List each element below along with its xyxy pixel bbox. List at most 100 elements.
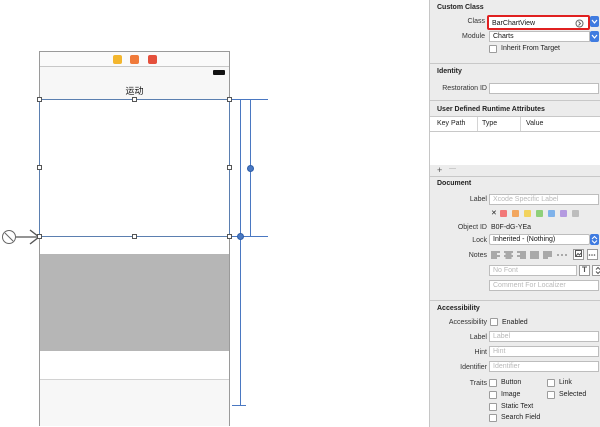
trait-static-text-checkbox[interactable] — [489, 403, 497, 411]
battery-icon — [213, 70, 225, 75]
image-icon — [575, 250, 582, 257]
accessibility-enabled-checkbox[interactable] — [490, 318, 498, 326]
lock-label: Lock — [472, 237, 487, 244]
more-icon — [588, 254, 596, 256]
doc-label-input[interactable]: Xcode Specific Label — [489, 194, 599, 205]
restoration-id-input[interactable] — [489, 83, 599, 94]
inherit-from-target-checkbox[interactable] — [489, 45, 497, 53]
class-value: BarChartView — [492, 20, 536, 27]
comment-field[interactable]: Comment For Localizer — [489, 280, 599, 291]
view-controller-icon[interactable] — [113, 55, 122, 64]
font-placeholder: No Font — [493, 267, 518, 274]
resize-handle-mid-left[interactable] — [37, 165, 42, 170]
initial-entry-arrow-icon — [2, 229, 41, 245]
runtime-attributes-title: User Defined Runtime Attributes — [437, 106, 545, 113]
lock-stepper-button[interactable] — [590, 234, 599, 245]
clear-color-button[interactable]: ✕ — [491, 209, 497, 217]
module-value: Charts — [493, 33, 514, 40]
module-label: Module — [462, 33, 485, 40]
acc-label-label: Label — [469, 334, 487, 341]
accessibility-enabled-label: Enabled — [502, 319, 528, 326]
color-swatch-green[interactable] — [536, 210, 543, 217]
trait-link-checkbox[interactable] — [547, 379, 555, 387]
column-separator — [477, 117, 478, 131]
color-swatch-purple[interactable] — [560, 210, 567, 217]
resize-handle-mid-right[interactable] — [227, 165, 232, 170]
inherit-from-target-label: Inherit From Target — [501, 45, 561, 52]
trait-image-checkbox[interactable] — [489, 391, 497, 399]
storyboard-canvas[interactable]: 运动 — [0, 0, 429, 427]
resize-handle-top-mid[interactable] — [132, 97, 137, 102]
up-down-arrows-icon — [595, 266, 600, 275]
align-center-icon[interactable] — [504, 251, 513, 259]
font-stepper[interactable] — [592, 265, 600, 276]
trait-selected-label: Selected — [559, 391, 587, 398]
remove-attribute-button[interactable]: — — [449, 165, 456, 172]
gray-placeholder-view[interactable] — [40, 254, 229, 351]
first-responder-icon[interactable] — [130, 55, 139, 64]
object-id-value: B0F-dG-YEa — [491, 224, 532, 231]
color-swatch-gray[interactable] — [572, 210, 579, 217]
add-attribute-button[interactable]: + — [437, 165, 442, 175]
resize-handle-bottom-mid[interactable] — [132, 234, 137, 239]
comment-placeholder: Comment For Localizer — [493, 282, 566, 289]
column-type[interactable]: Type — [482, 120, 497, 127]
chevron-down-icon — [591, 19, 598, 24]
acc-label-input[interactable]: Label — [489, 331, 599, 342]
align-justify-icon[interactable] — [530, 251, 539, 259]
restoration-id-label: Restoration ID — [442, 85, 487, 92]
column-value[interactable]: Value — [526, 120, 543, 127]
text-format-icon — [582, 266, 587, 272]
more-options-icon[interactable] — [587, 249, 598, 260]
column-separator — [520, 117, 521, 131]
doc-label-placeholder: Xcode Specific Label — [493, 196, 559, 203]
align-left-icon[interactable] — [491, 251, 500, 259]
trait-static-text-label: Static Text — [501, 403, 534, 410]
hint-input[interactable]: Hint — [489, 346, 599, 357]
bottom-bar — [40, 379, 229, 426]
class-field[interactable]: BarChartView — [487, 15, 590, 30]
color-swatch-red[interactable] — [500, 210, 507, 217]
align-natural-icon[interactable] — [543, 251, 552, 259]
scene-guide-handle[interactable] — [237, 233, 244, 240]
navigation-bar[interactable]: 运动 — [40, 67, 229, 100]
chevron-down-icon — [591, 34, 598, 39]
height-guide-handle[interactable] — [247, 165, 254, 172]
trait-search-field-checkbox[interactable] — [489, 414, 497, 422]
runtime-attributes-table-header: Key Path Type Value — [430, 116, 600, 132]
lock-popup[interactable]: Inherited - (Nothing) — [489, 234, 590, 245]
identity-inspector: Custom Class Class BarChartView Module C… — [429, 0, 600, 427]
custom-class-title: Custom Class — [437, 4, 484, 11]
identifier-input[interactable]: Identifier — [489, 361, 599, 372]
trait-selected-checkbox[interactable] — [547, 391, 555, 399]
color-swatch-yellow[interactable] — [524, 210, 531, 217]
color-swatch-blue[interactable] — [548, 210, 555, 217]
selected-bar-chart-view[interactable] — [39, 99, 230, 237]
document-title: Document — [437, 180, 472, 187]
guide-tick — [232, 405, 246, 406]
runtime-attributes-table[interactable] — [430, 132, 600, 165]
image-toggle-icon[interactable] — [573, 249, 584, 260]
trait-button-checkbox[interactable] — [489, 379, 497, 387]
column-key-path[interactable]: Key Path — [437, 120, 465, 127]
identifier-placeholder: Identifier — [493, 363, 520, 370]
class-label: Class — [467, 18, 485, 25]
dashes-icon[interactable] — [557, 251, 567, 259]
font-field[interactable]: No Font — [489, 265, 577, 276]
traits-label: Traits — [469, 380, 487, 387]
module-field[interactable]: Charts — [489, 31, 590, 42]
class-dropdown-button[interactable] — [590, 16, 599, 27]
hint-placeholder: Hint — [493, 348, 506, 355]
resize-handle-top-left[interactable] — [37, 97, 42, 102]
section-divider — [430, 100, 600, 101]
module-dropdown-button[interactable] — [590, 31, 599, 42]
resize-handle-bottom-left[interactable] — [37, 234, 42, 239]
color-swatch-orange[interactable] — [512, 210, 519, 217]
scene-dock — [40, 52, 229, 67]
scene-height-guide-line — [240, 99, 241, 405]
object-id-label: Object ID — [457, 224, 487, 231]
exit-icon[interactable] — [148, 55, 157, 64]
font-picker-button[interactable] — [579, 265, 590, 276]
align-right-icon[interactable] — [517, 251, 526, 259]
navigate-arrow-icon[interactable] — [575, 19, 584, 28]
